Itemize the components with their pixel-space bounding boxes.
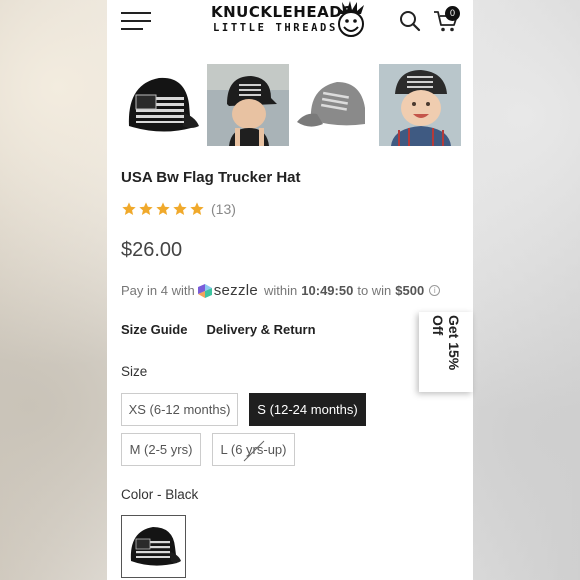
size-option-xs[interactable]: XS (6-12 months) xyxy=(121,393,238,426)
sezzle-to-win: to win xyxy=(357,283,392,298)
thumbnail-toddler-side[interactable] xyxy=(207,64,289,146)
site-header: KNUCKLEHEADS LITTLE THREADS 0 xyxy=(107,0,473,44)
cart-count-badge: 0 xyxy=(445,6,460,21)
menu-icon[interactable] xyxy=(121,12,151,30)
star-icon xyxy=(156,202,170,215)
color-label: Color - Black xyxy=(121,487,199,502)
promo-text: Get 15% Off xyxy=(430,315,462,371)
rating-count: (13) xyxy=(211,201,236,217)
toddler-side-image xyxy=(207,64,289,146)
size-option-s[interactable]: S (12-24 months) xyxy=(249,393,366,426)
color-swatch-black[interactable] xyxy=(121,515,186,578)
size-label: Size xyxy=(121,364,148,379)
delivery-return-link[interactable]: Delivery & Return xyxy=(206,322,315,337)
sezzle-timer: 10:49:50 xyxy=(301,283,354,298)
thumbnail-gray-hat[interactable] xyxy=(293,64,375,146)
thumbnail-black-hat[interactable] xyxy=(121,64,203,146)
product-page: KNUCKLEHEADS LITTLE THREADS 0 USA Bw Fla… xyxy=(107,0,473,580)
gray-hat-image xyxy=(297,82,365,127)
logo-line2: LITTLE THREADS xyxy=(213,22,338,34)
toddler-smiling-image xyxy=(379,64,461,146)
product-title: USA Bw Flag Trucker Hat xyxy=(121,169,301,186)
sezzle-s-icon xyxy=(197,283,212,298)
size-option-l-unavailable[interactable]: L (6 yrs-up) xyxy=(212,433,295,466)
sezzle-installments: Pay in 4 with sezzle within 10:49:50 to … xyxy=(121,282,441,299)
star-icon xyxy=(139,202,153,215)
sezzle-prefix: Pay in 4 with xyxy=(121,283,195,298)
sezzle-within: within xyxy=(264,283,298,298)
info-icon[interactable]: i xyxy=(429,285,441,296)
star-icon xyxy=(190,202,204,215)
product-price: $26.00 xyxy=(121,239,183,261)
unavailable-strike-icon xyxy=(243,440,265,462)
search-icon[interactable] xyxy=(399,10,421,32)
black-hat-image xyxy=(128,77,199,132)
star-icon xyxy=(122,202,136,215)
product-thumbnails xyxy=(121,64,467,146)
product-rating[interactable]: (13) xyxy=(121,200,236,218)
size-guide-link[interactable]: Size Guide xyxy=(121,322,187,337)
rating-stars xyxy=(121,201,205,217)
black-hat-swatch-image xyxy=(130,527,181,566)
sezzle-brand: sezzle xyxy=(213,282,259,299)
sezzle-logo[interactable]: sezzle xyxy=(197,282,259,299)
size-option-m[interactable]: M (2-5 yrs) xyxy=(121,433,201,466)
discount-promo-tab[interactable]: Get 15% Off xyxy=(419,312,473,392)
sezzle-amount: $500 xyxy=(395,283,425,298)
star-icon xyxy=(173,202,187,215)
logo-face-icon xyxy=(336,1,364,37)
product-links: Size Guide Delivery & Return xyxy=(121,322,316,337)
thumbnail-toddler-smiling[interactable] xyxy=(379,64,461,146)
